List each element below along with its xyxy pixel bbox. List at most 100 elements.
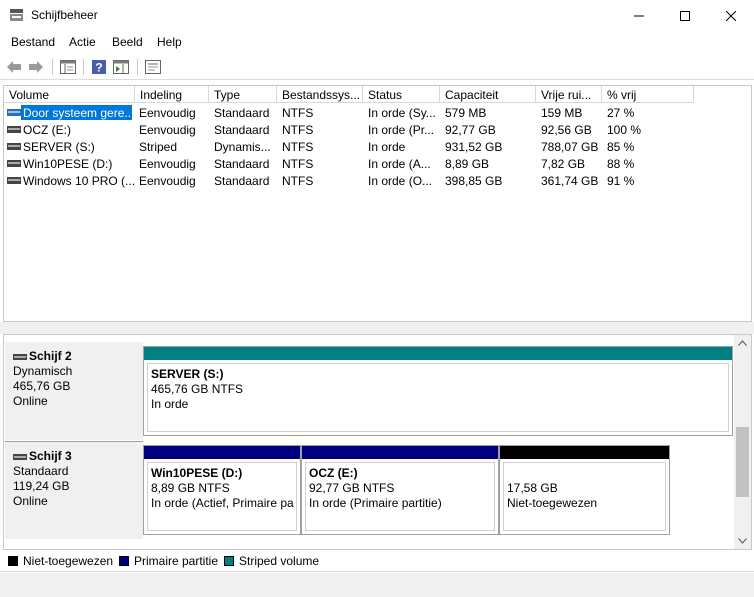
toolbar-separator (137, 59, 138, 75)
disk-icon (13, 353, 27, 360)
column-header-bestandssysteem[interactable]: Bestandssys... (277, 86, 363, 103)
partition-status: In orde (151, 397, 189, 411)
partition-status: In orde (Primaire partitie) (309, 496, 442, 510)
volume-type: Standaard (214, 157, 270, 171)
legend-item: Primaire partitie (119, 554, 218, 568)
back-arrow-icon (7, 61, 21, 73)
disk-size: 465,76 GB (13, 379, 71, 393)
forward-arrow-icon (29, 61, 43, 73)
volume-name: SERVER (S:) (23, 140, 95, 154)
partition-server[interactable]: SERVER (S:) 465,76 GB NTFS In orde (143, 346, 733, 436)
menu-actie[interactable]: Actie (69, 35, 96, 49)
volume-icon (7, 160, 21, 167)
legend-swatch (8, 556, 18, 566)
volume-row[interactable]: Win10PESE (D:) Eenvoudig Standaard NTFS … (4, 155, 751, 172)
action-pane-button[interactable] (112, 58, 130, 76)
volume-fs: NTFS (282, 140, 314, 154)
volume-capacity: 8,89 GB (445, 157, 490, 171)
maximize-icon (680, 10, 690, 21)
maximize-button[interactable] (662, 0, 708, 31)
scroll-thumb[interactable] (736, 427, 749, 497)
column-header-pct-vrij[interactable]: % vrij (602, 86, 694, 103)
volume-status: In orde (368, 140, 406, 154)
vertical-scrollbar[interactable] (734, 335, 751, 549)
window-title: Schijfbeheer (31, 8, 98, 22)
scroll-up-icon[interactable] (738, 340, 747, 346)
column-header-vrije-ruimte[interactable]: Vrije rui... (536, 86, 602, 103)
primary-partition-bar (302, 446, 498, 459)
legend-item: Striped volume (224, 554, 319, 568)
partition-info: Win10PESE (D:) 8,89 GB NTFS In orde (Act… (147, 462, 297, 531)
volume-list: Volume Indeling Type Bestandssys... Stat… (3, 85, 752, 322)
partition-ocz[interactable]: OCZ (E:) 92,77 GB NTFS In orde (Primaire… (301, 445, 499, 535)
volume-status: In orde (O... (368, 174, 433, 188)
console-tree-button[interactable] (59, 58, 77, 76)
disk-type: Dynamisch (13, 364, 73, 378)
volume-row[interactable]: OCZ (E:) Eenvoudig Standaard NTFS In ord… (4, 121, 751, 138)
help-button[interactable]: ? (90, 58, 108, 76)
column-header-capaciteit[interactable]: Capaciteit (440, 86, 536, 103)
partition-win10pese[interactable]: Win10PESE (D:) 8,89 GB NTFS In orde (Act… (143, 445, 301, 535)
volume-type: Standaard (214, 123, 270, 137)
volume-status: In orde (Sy... (368, 106, 436, 120)
legend: Niet-toegewezen Primaire partitie Stripe… (0, 550, 754, 572)
column-header-type[interactable]: Type (209, 86, 277, 103)
forward-button[interactable] (27, 58, 45, 76)
menu-beeld[interactable]: Beeld (112, 35, 143, 49)
disk-2-label[interactable]: Schijf 2 Dynamisch 465,76 GB Online (5, 342, 143, 440)
disk-type: Standaard (13, 464, 69, 478)
menu-bar: Bestand Actie Beeld Help (0, 31, 754, 53)
disk-3-label[interactable]: Schijf 3 Standaard 119,24 GB Online (5, 441, 143, 539)
volume-pct-free: 91 % (607, 174, 635, 188)
minimize-button[interactable] (616, 0, 662, 31)
partition-unallocated[interactable]: 17,58 GB Niet-toegewezen (499, 445, 670, 535)
volume-status: In orde (Pr... (368, 123, 435, 137)
volume-row[interactable]: SERVER (S:) Striped Dynamis... NTFS In o… (4, 138, 751, 155)
title-bar: Schijfbeheer (0, 0, 754, 31)
volume-pct-free: 27 % (607, 106, 635, 120)
close-button[interactable] (708, 0, 754, 31)
partition-title: SERVER (S:) (151, 367, 224, 381)
volume-capacity: 579 MB (445, 106, 487, 120)
menu-help[interactable]: Help (157, 35, 182, 49)
volume-capacity: 92,77 GB (445, 123, 496, 137)
legend-label: Niet-toegewezen (23, 554, 114, 568)
pane-splitter[interactable] (0, 322, 754, 334)
volume-indeling: Striped (139, 140, 178, 154)
back-button[interactable] (5, 58, 23, 76)
properties-button[interactable] (144, 58, 162, 76)
minimize-icon (634, 15, 644, 16)
partition-title: OCZ (E:) (309, 466, 358, 480)
primary-partition-bar (144, 446, 300, 459)
legend-swatch (119, 556, 129, 566)
volume-free: 788,07 GB (541, 140, 599, 154)
legend-label: Primaire partitie (134, 554, 219, 568)
menu-bestand[interactable]: Bestand (11, 35, 55, 49)
striped-volume-bar (144, 347, 732, 360)
partition-info: 17,58 GB Niet-toegewezen (503, 462, 666, 531)
partition-title: Win10PESE (D:) (151, 466, 243, 480)
volume-fs: NTFS (282, 106, 314, 120)
toolbar: ? (0, 53, 754, 80)
volume-indeling: Eenvoudig (139, 106, 196, 120)
scroll-down-icon[interactable] (738, 538, 747, 544)
volume-indeling: Eenvoudig (139, 157, 196, 171)
partition-size: 465,76 GB NTFS (151, 382, 244, 396)
column-header-volume[interactable]: Volume (4, 86, 135, 103)
column-header-indeling[interactable]: Indeling (135, 86, 209, 103)
partition-status: In orde (Actief, Primaire pa (151, 496, 294, 510)
volume-type: Dynamis... (214, 140, 271, 154)
disk-state: Online (13, 494, 48, 508)
disk-name: Schijf 2 (29, 349, 72, 363)
volume-icon (7, 109, 21, 116)
volume-capacity: 398,85 GB (445, 174, 503, 188)
legend-item: Niet-toegewezen (8, 554, 113, 568)
volume-capacity: 931,52 GB (445, 140, 503, 154)
column-header-status[interactable]: Status (363, 86, 440, 103)
disk-management-icon (10, 9, 23, 21)
partition-info: OCZ (E:) 92,77 GB NTFS In orde (Primaire… (305, 462, 495, 531)
disk-size: 119,24 GB (13, 479, 70, 493)
volume-row[interactable]: Door systeem gere... Eenvoudig Standaard… (4, 104, 751, 121)
properties-icon (145, 60, 161, 74)
volume-row[interactable]: Windows 10 PRO (... Eenvoudig Standaard … (4, 172, 751, 189)
